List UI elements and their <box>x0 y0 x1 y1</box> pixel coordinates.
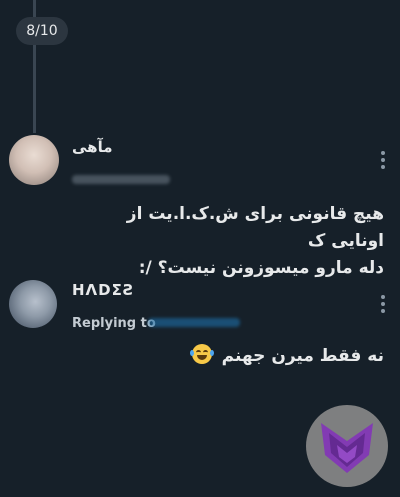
author-name[interactable]: مآهی <box>72 138 113 156</box>
reply-text: نه فقط میرن جهنم <box>124 343 384 370</box>
more-options-icon[interactable] <box>380 295 386 313</box>
replying-to-handle-redacted[interactable] <box>148 318 240 327</box>
image-counter: 8/10 <box>16 17 68 45</box>
author-handle-redacted <box>72 175 170 184</box>
tweet-text-line: هیچ قانونی برای ش.ک.ا.یت از اونایی ک <box>126 204 384 251</box>
more-options-icon[interactable] <box>380 151 386 169</box>
reply-text-content: نه فقط میرن جهنم <box>221 346 384 366</box>
avatar[interactable] <box>9 135 59 185</box>
tweet-text-line: دله مارو میسوزونن نیست؟ /: <box>138 258 384 278</box>
replying-to-label: Replying to <box>72 316 156 331</box>
tweet-text: هیچ قانونی برای ش.ک.ا.یت از اونایی ک دله… <box>84 201 384 282</box>
purple-fox-logo-icon <box>321 423 373 473</box>
floating-action-button[interactable] <box>306 405 388 487</box>
avatar[interactable] <box>9 280 57 328</box>
tweet-thread-viewer: 8/10 مآهی هیچ قانونی برای ش.ک.ا.یت از او… <box>0 0 400 497</box>
face-with-tears-of-joy-icon <box>189 344 214 364</box>
author-name[interactable]: HΛDΣƧ <box>72 281 135 299</box>
